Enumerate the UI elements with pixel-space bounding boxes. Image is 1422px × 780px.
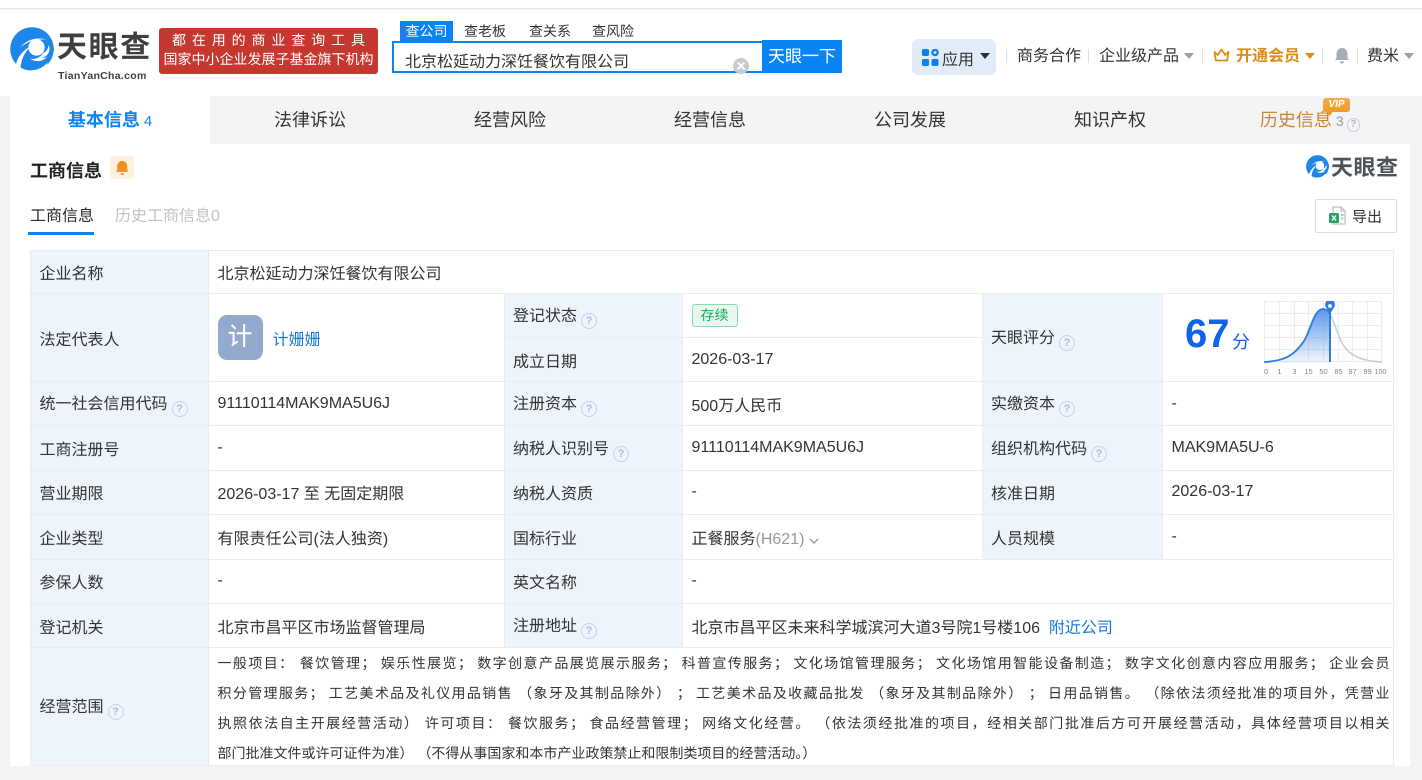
svg-text:1: 1 [1277, 367, 1281, 376]
svg-text:50: 50 [1319, 367, 1327, 376]
svg-text:0: 0 [1264, 367, 1268, 376]
svg-text:97: 97 [1348, 367, 1356, 376]
svg-text:15: 15 [1304, 367, 1312, 376]
svg-text:3: 3 [1292, 367, 1296, 376]
svg-text:85: 85 [1334, 367, 1342, 376]
svg-text:99: 99 [1363, 367, 1371, 376]
svg-text:100: 100 [1375, 367, 1387, 376]
